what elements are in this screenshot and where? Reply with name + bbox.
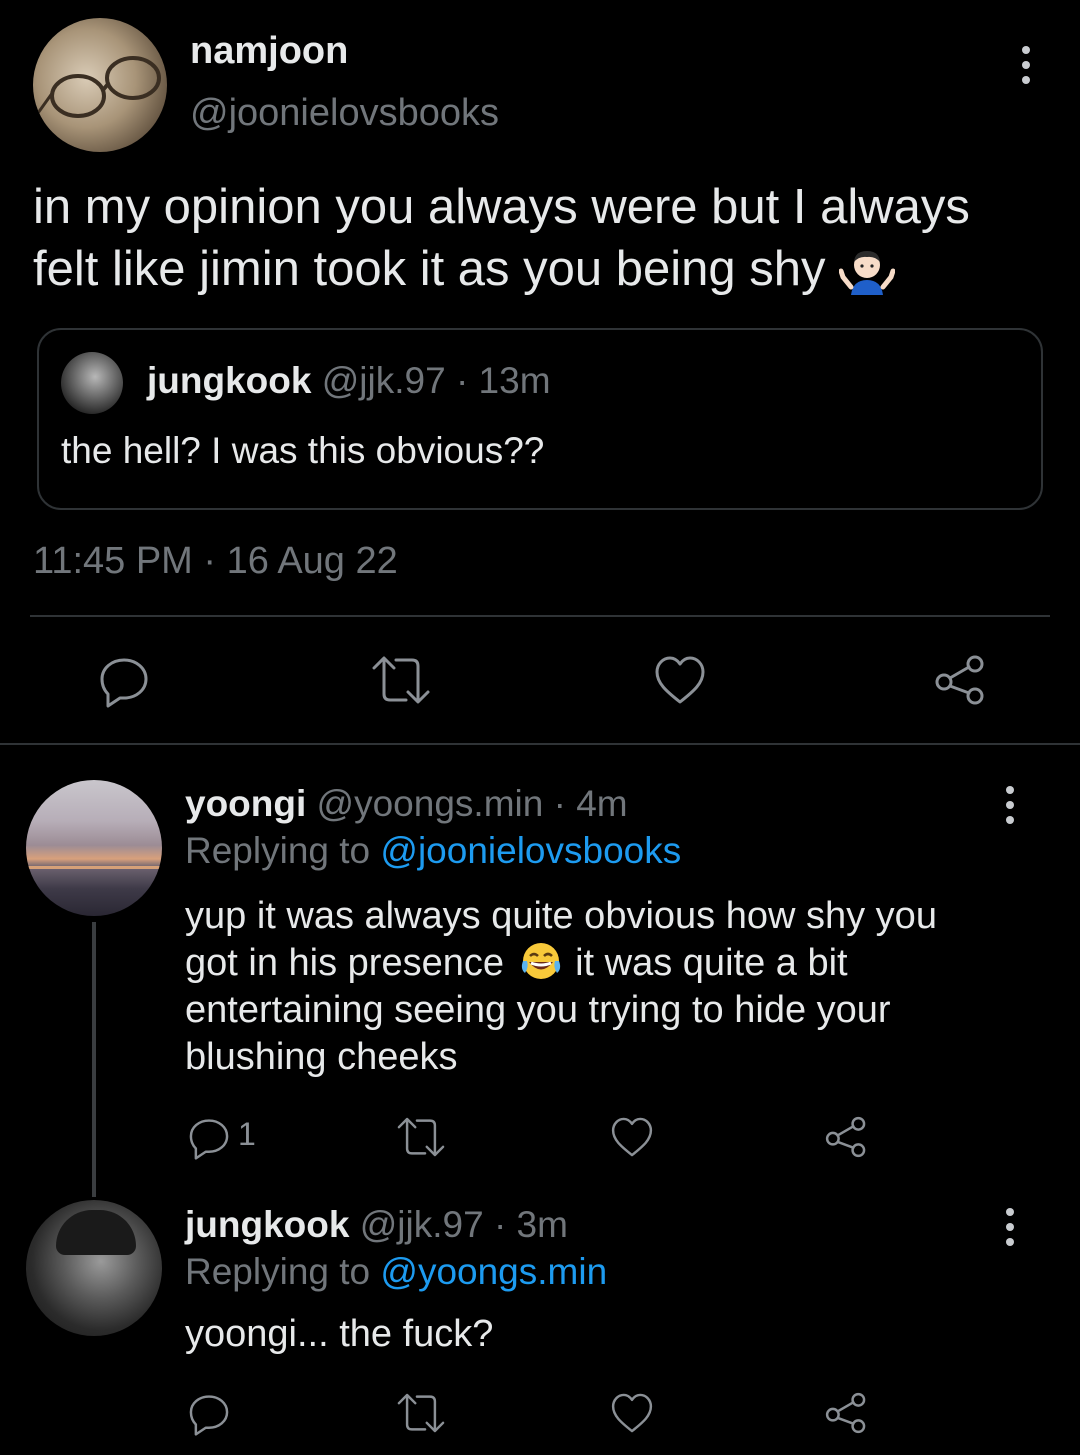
reply-author-meta: @jjk.97 · 3m [359,1204,568,1245]
reply-text-jungkook: yoongi... the fuck? [185,1313,494,1355]
reply-icon[interactable] [96,652,152,708]
avatar-yoongi[interactable] [26,780,162,916]
like-icon[interactable] [609,1114,655,1160]
reply-count: 1 [238,1116,256,1152]
reply-author-meta: @yoongs.min · 4m [316,783,628,824]
tweet-text-line-1: in my opinion you always were but I alwa… [33,180,970,234]
quoted-header: jungkook @jjk.97 · 13m [147,360,551,402]
replying-to-label: Replying to [185,1251,381,1292]
tweet-timestamp: 11:45 PM · 16 Aug 22 [33,540,398,582]
more-options-icon[interactable] [1019,46,1033,84]
replying-to: Replying to @joonielovsbooks [185,830,681,872]
retweet-icon[interactable] [368,652,434,708]
retweet-icon[interactable] [394,1114,448,1160]
reply-text-line-2: got in his presence it was quite a bit [185,940,1055,987]
retweet-icon[interactable] [394,1390,448,1436]
reply-icon[interactable] [186,1390,232,1436]
face-with-tears-of-joy-icon [521,942,560,979]
replying-to-link[interactable]: @joonielovsbooks [380,830,681,871]
share-icon[interactable] [823,1390,869,1436]
divider [30,615,1050,617]
reply-text-yoongi: yup it was always quite obvious how shy … [185,893,1055,1081]
share-icon[interactable] [932,652,988,708]
reply-header-yoongi: yoongi @yoongs.min · 4m [185,783,628,825]
author-handle[interactable]: @joonielovsbooks [190,92,499,135]
tweet-text-line-2: felt like jimin took it as you being shy [33,238,1043,300]
reply-icon[interactable] [186,1114,232,1160]
replying-to-link[interactable]: @yoongs.min [380,1251,607,1292]
avatar-jungkook-small [61,352,123,414]
author-name[interactable]: namjoon [190,30,348,73]
replying-to-label: Replying to [185,830,381,871]
reply-text-line-3: entertaining seeing you trying to hide y… [185,989,891,1031]
avatar-namjoon[interactable] [33,18,167,152]
more-options-icon[interactable] [1003,1208,1017,1246]
share-icon[interactable] [823,1114,869,1160]
like-icon[interactable] [609,1390,655,1436]
hair-shape [56,1210,136,1255]
reply-text-line-4: blushing cheeks [185,1036,458,1078]
person-shrugging-icon [839,251,896,296]
replying-to: Replying to @yoongs.min [185,1251,607,1293]
reply-header-jungkook: jungkook @jjk.97 · 3m [185,1204,568,1246]
sunset-horizon [26,866,162,869]
tweet-text: in my opinion you always were but I alwa… [33,176,1043,300]
quoted-text: the hell? I was this obvious?? [61,430,545,471]
quoted-author-name: jungkook [147,360,312,401]
reply-text-line-1: yup it was always quite obvious how shy … [185,895,937,937]
glasses-picture [36,56,161,118]
reply-author-name[interactable]: yoongi [185,783,306,824]
section-divider [0,743,1080,745]
more-options-icon[interactable] [1003,786,1017,824]
avatar-jungkook[interactable] [26,1200,162,1336]
quoted-author-meta: @jjk.97 · 13m [321,360,551,401]
reply-author-name[interactable]: jungkook [185,1204,349,1245]
like-icon[interactable] [652,652,708,708]
quoted-tweet[interactable]: jungkook @jjk.97 · 13m the hell? I was t… [37,328,1043,510]
thread-line [92,922,96,1197]
